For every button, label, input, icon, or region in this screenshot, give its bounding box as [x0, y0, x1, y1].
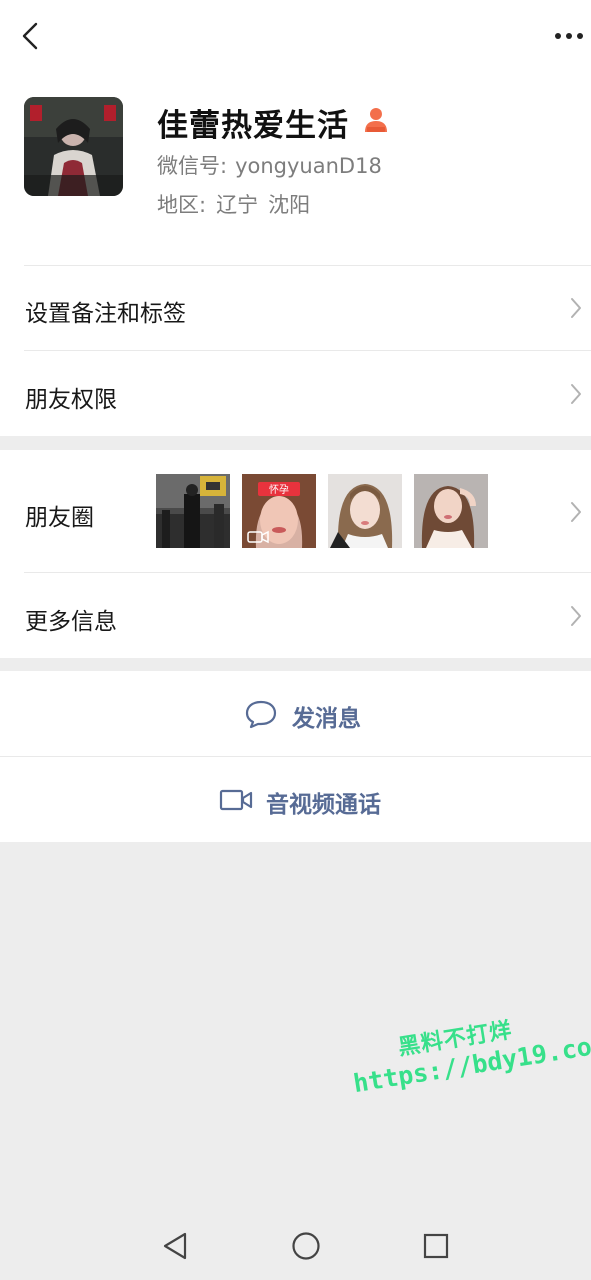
circle-home-icon — [292, 1232, 320, 1260]
region-city: 沈阳 — [268, 193, 311, 217]
video-call-button[interactable]: 音视频通话 — [0, 757, 591, 842]
wechat-id-value: yongyuanD18 — [235, 154, 382, 178]
chevron-left-icon — [22, 22, 38, 50]
moments-thumbnail-video: 怀孕 — [242, 474, 316, 548]
chevron-right-icon — [571, 298, 581, 318]
profile-section: 佳蕾热爱生活 微信号: yongyuanD18 地区: 辽宁 沈阳 设置备注和标签 朋… — [0, 0, 591, 436]
profile-name: 佳蕾热爱生活 — [157, 108, 349, 144]
avatar-image — [24, 97, 123, 196]
avatar[interactable] — [24, 97, 123, 196]
video-camera-icon — [219, 789, 253, 811]
wechat-id: 微信号: yongyuanD18 — [157, 150, 382, 180]
region-province: 辽宁 — [216, 193, 259, 217]
nav-recents-button[interactable] — [420, 1230, 452, 1262]
back-button[interactable] — [14, 18, 50, 54]
moments-thumbnail — [414, 474, 488, 548]
triangle-back-icon — [163, 1232, 187, 1260]
nav-back-button[interactable] — [160, 1230, 192, 1262]
menu-item-more-info[interactable]: 更多信息 — [0, 573, 591, 658]
chevron-right-icon — [571, 502, 581, 522]
menu-item-moments[interactable]: 朋友圈 怀孕 — [0, 450, 591, 572]
menu-item-label: 朋友圈 — [25, 505, 94, 531]
top-bar — [0, 0, 591, 72]
menu-item-label: 更多信息 — [25, 609, 117, 635]
send-message-button[interactable]: 发消息 — [0, 671, 591, 756]
moments-section: 朋友圈 怀孕 更多信息 — [0, 450, 591, 658]
menu-item-label: 设置备注和标签 — [25, 301, 186, 327]
menu-item-friend-permissions[interactable]: 朋友权限 — [0, 351, 591, 436]
square-recents-icon — [423, 1233, 449, 1259]
wechat-id-label: 微信号: — [157, 154, 228, 178]
more-button[interactable] — [548, 22, 588, 50]
moments-thumbnail — [156, 474, 230, 548]
menu-item-label: 朋友权限 — [25, 387, 117, 413]
moments-thumbnail — [328, 474, 402, 548]
person-badge-icon — [362, 104, 390, 134]
nav-home-button[interactable] — [290, 1230, 322, 1262]
system-nav-bar — [0, 1212, 591, 1280]
chevron-right-icon — [571, 384, 581, 404]
chevron-right-icon — [571, 606, 581, 626]
menu-item-remark-tags[interactable]: 设置备注和标签 — [0, 266, 591, 350]
chat-bubble-icon — [245, 700, 277, 729]
region-label: 地区: — [157, 193, 207, 217]
more-dots-icon — [555, 33, 583, 39]
actions-section: 发消息 音视频通话 — [0, 671, 591, 842]
video-call-label: 音视频通话 — [266, 792, 381, 818]
region: 地区: 辽宁 沈阳 — [157, 189, 310, 219]
thumbnail-banner-text: 怀孕 — [269, 484, 289, 496]
send-message-label: 发消息 — [292, 706, 361, 732]
